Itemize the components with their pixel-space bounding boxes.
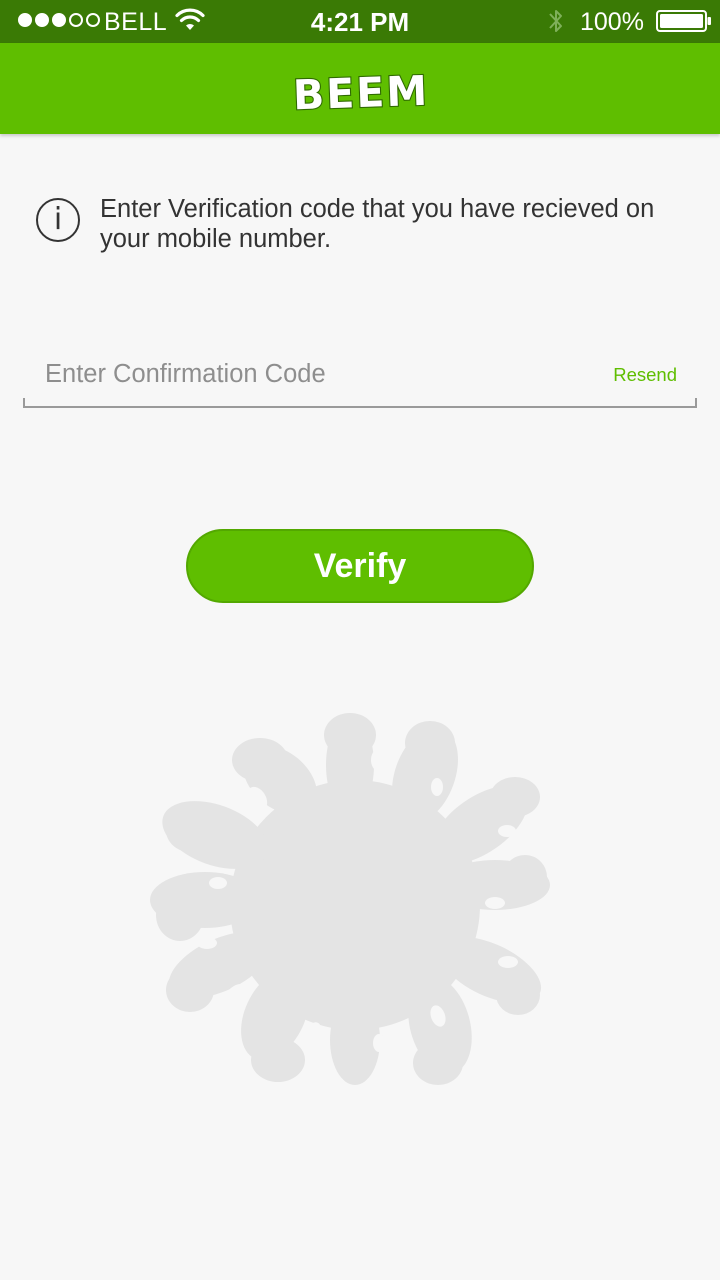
carrier-name: BELL: [104, 8, 168, 36]
battery-icon: [656, 10, 711, 32]
signal-dot: [18, 13, 32, 27]
signal-dot: [69, 13, 83, 27]
status-bar: BELL 4:21 PM 100%: [0, 0, 720, 43]
beem-logo: BEEM: [291, 66, 431, 117]
logo-text: BEEM: [292, 67, 430, 117]
signal-strength-icon: [18, 13, 100, 27]
instruction-text: Enter Verification code that you have re…: [100, 195, 655, 253]
confirmation-code-input[interactable]: [45, 352, 565, 396]
resend-link[interactable]: Resend: [613, 364, 677, 386]
verify-button[interactable]: Verify: [186, 529, 534, 603]
info-icon: i: [36, 198, 80, 242]
verification-screen: BELL 4:21 PM 100% BEEM i Enter Verificat…: [0, 0, 720, 1280]
wifi-icon: [175, 8, 205, 30]
battery-percentage: 100%: [580, 8, 644, 36]
bluetooth-icon: [549, 10, 562, 32]
confirmation-code-field: Resend: [23, 340, 697, 408]
signal-dot: [52, 13, 66, 27]
signal-dot: [35, 13, 49, 27]
signal-dot: [86, 13, 100, 27]
splash-decoration: [150, 713, 550, 1085]
nav-bar: BEEM: [0, 43, 720, 134]
